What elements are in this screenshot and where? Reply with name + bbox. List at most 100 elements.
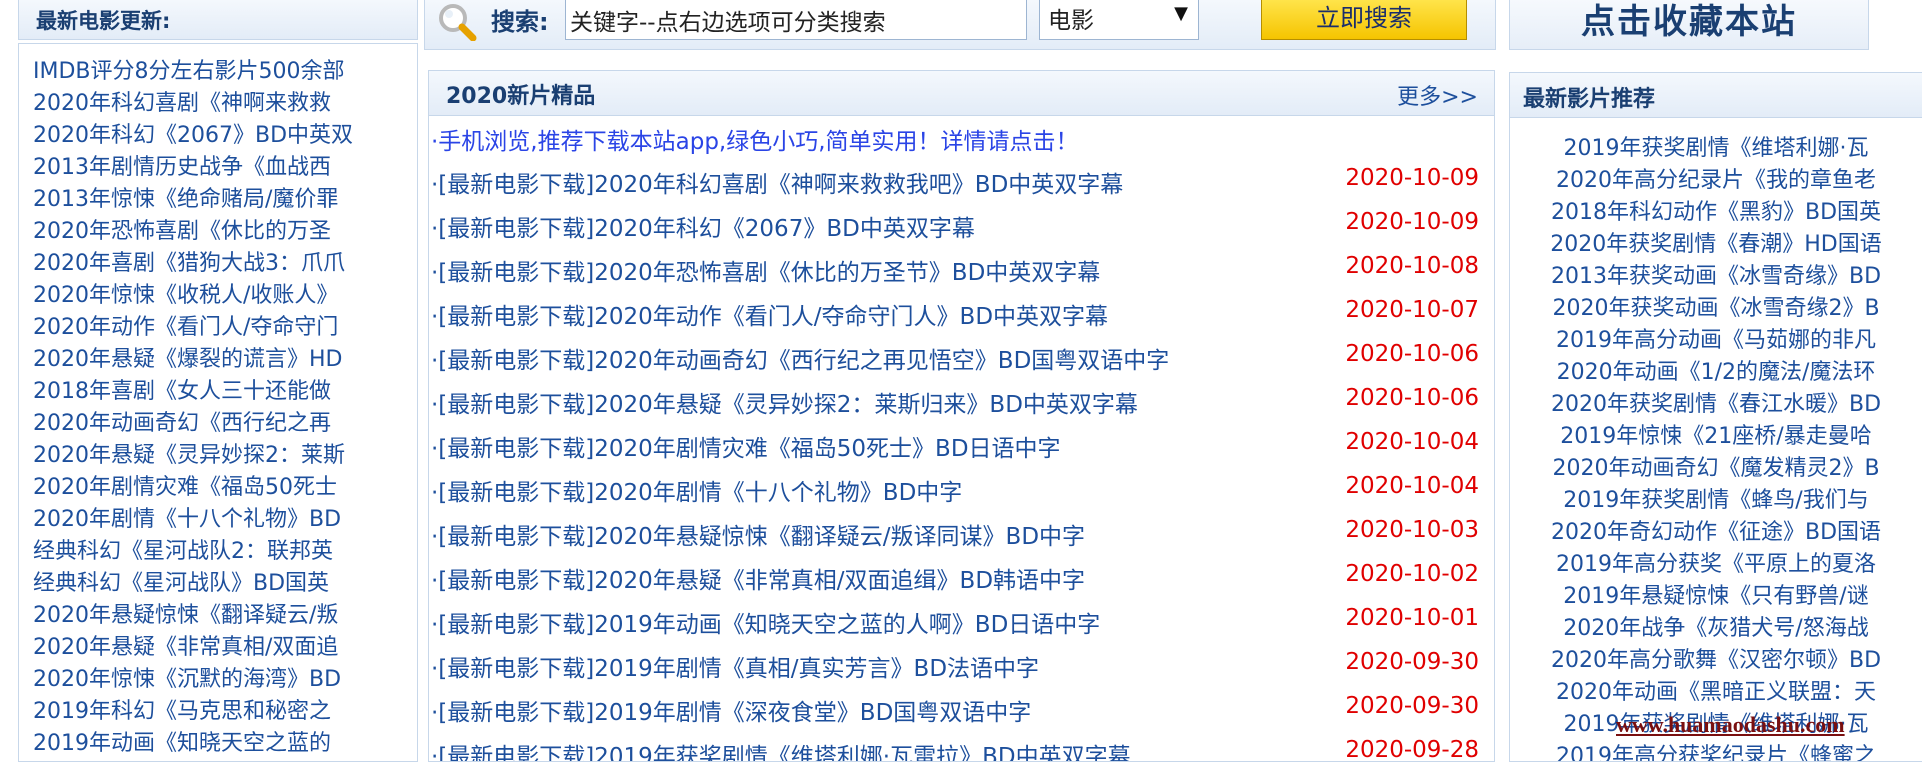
recommended-title: 最新影片推荐 (1523, 87, 1656, 112)
news-date: 2020-10-08 (1345, 253, 1479, 279)
latest-update-link[interactable]: 2020年喜剧《猎狗大战3：爪爪 (33, 248, 403, 280)
recommended-header: 最新影片推荐 (1510, 73, 1922, 118)
recommended-link[interactable]: 2020年动画《黑暗正义联盟：天 (1510, 677, 1922, 709)
news-date: 2020-09-30 (1345, 693, 1479, 719)
news-title-link[interactable]: ·[最新电影下载]2019年动画《知晓天空之蓝的人啊》BD日语中字 (431, 605, 1100, 639)
news-title-link[interactable]: ·[最新电影下载]2020年动作《看门人/夺命守门人》BD中英双字幕 (431, 297, 1108, 331)
news-date: 2020-10-03 (1345, 517, 1479, 543)
news-title-link[interactable]: ·[最新电影下载]2019年剧情《深夜食堂》BD国粤双语中字 (431, 693, 1031, 727)
news-date: 2020-10-04 (1345, 473, 1479, 499)
recommended-link[interactable]: 2020年奇幻动作《征途》BD国语 (1510, 517, 1922, 549)
news-row: ·[最新电影下载]2020年悬疑《灵异妙探2：莱斯归来》BD中英双字幕 2020-… (429, 383, 1494, 427)
latest-update-link[interactable]: 2019年科幻《马克思和秘密之 (33, 696, 403, 728)
news-row: ·[最新电影下载]2019年获奖剧情《维塔利娜·瓦雷拉》BD中英双字幕 2020-… (429, 735, 1494, 762)
recommended-link[interactable]: 2018年科幻动作《黑豹》BD国英 (1510, 197, 1922, 229)
recommended-link[interactable]: 2013年获奖动画《冰雪奇缘》BD (1510, 261, 1922, 293)
news-row: ·[最新电影下载]2020年剧情《十八个礼物》BD中字 2020-10-04 (429, 471, 1494, 515)
search-button[interactable]: 立即搜索 (1261, 0, 1467, 40)
category-select[interactable]: 电影 ▼ (1039, 0, 1199, 40)
news-date: 2020-10-04 (1345, 429, 1479, 455)
news-date: 2020-10-06 (1345, 341, 1479, 367)
news-row: ·[最新电影下载]2020年科幻《2067》BD中英双字幕 2020-10-09 (429, 207, 1494, 251)
recommended-list: 2019年获奖剧情《维塔利娜·瓦 2020年高分纪录片《我的章鱼老 2018年科幻动… (1510, 133, 1922, 761)
news-row: ·[最新电影下载]2020年悬疑惊悚《翻译疑云/叛译同谋》BD中字 2020-10… (429, 515, 1494, 559)
latest-update-link[interactable]: 2020年科幻《2067》BD中英双 (33, 120, 403, 152)
dropdown-arrow-icon: ▼ (1174, 3, 1188, 24)
new-releases-title: 2020新片精品 (446, 84, 596, 109)
news-title-link[interactable]: ·[最新电影下载]2020年科幻《2067》BD中英双字幕 (431, 209, 975, 243)
latest-update-link[interactable]: 2020年动画奇幻《西行纪之再 (33, 408, 403, 440)
news-title-link[interactable]: ·[最新电影下载]2019年剧情《真相/真实芳言》BD法语中字 (431, 649, 1039, 683)
recommended-link[interactable]: 2020年战争《灰猎犬号/怒海战 (1510, 613, 1922, 645)
latest-update-link[interactable]: 2020年悬疑《爆裂的谎言》HD (33, 344, 403, 376)
news-date: 2020-10-01 (1345, 605, 1479, 631)
latest-update-link[interactable]: IMDB评分8分左右影片500余部 (33, 56, 403, 88)
news-title-link[interactable]: ·[最新电影下载]2020年剧情《十八个礼物》BD中字 (431, 473, 962, 507)
latest-update-link[interactable]: 2019年动画《知晓天空之蓝的 (33, 728, 403, 760)
app-notice-link[interactable]: ·手机浏览,推荐下载本站app,绿色小巧,简单实用！详情请点击！ (431, 122, 1079, 156)
latest-update-link[interactable]: 2020年悬疑《灵异妙探2：莱斯 (33, 440, 403, 472)
latest-update-link[interactable]: 2020年恐怖喜剧《休比的万圣 (33, 216, 403, 248)
latest-update-link[interactable]: 2013年惊悚《绝命赌局/魔价罪 (33, 184, 403, 216)
latest-update-link[interactable]: 2018年喜剧《女人三十还能做 (33, 376, 403, 408)
latest-update-link[interactable]: 2020年悬疑惊悚《翻译疑云/叛 (33, 600, 403, 632)
new-releases-panel: 2020新片精品 更多>> ·手机浏览,推荐下载本站app,绿色小巧,简单实用！… (428, 70, 1495, 762)
recommended-link[interactable]: 2020年获奖动画《冰雪奇缘2》B (1510, 293, 1922, 325)
latest-update-link[interactable]: 2020年剧情《十八个礼物》BD (33, 504, 403, 536)
magnifier-icon (439, 4, 477, 41)
news-title-link[interactable]: ·[最新电影下载]2020年恐怖喜剧《休比的万圣节》BD中英双字幕 (431, 253, 1100, 287)
latest-update-link[interactable]: 经典科幻《星河战队》BD国英 (33, 568, 403, 600)
news-row: ·[最新电影下载]2020年动作《看门人/夺命守门人》BD中英双字幕 2020-1… (429, 295, 1494, 339)
news-title-link[interactable]: ·[最新电影下载]2019年获奖剧情《维塔利娜·瓦雷拉》BD中英双字幕 (431, 737, 1131, 761)
news-title-link[interactable]: ·[最新电影下载]2020年悬疑惊悚《翻译疑云/叛译同谋》BD中字 (431, 517, 1085, 551)
recommended-link[interactable]: 2019年悬疑惊悚《只有野兽/谜 (1510, 581, 1922, 613)
news-date: 2020-09-28 (1345, 737, 1479, 762)
recommended-panel: 最新影片推荐 2019年获奖剧情《维塔利娜·瓦 2020年高分纪录片《我的章鱼老 2… (1509, 72, 1922, 762)
news-title-link[interactable]: ·[最新电影下载]2020年悬疑《灵异妙探2：莱斯归来》BD中英双字幕 (431, 385, 1138, 419)
category-selected-value: 电影 (1048, 8, 1094, 34)
search-bar: 搜索: 电影 ▼ 立即搜索 (424, 0, 1496, 50)
recommended-link[interactable]: 2020年获奖剧情《春江水暖》BD (1510, 389, 1922, 421)
recommended-link[interactable]: 2019年获奖剧情《蜂鸟/我们与 (1510, 485, 1922, 517)
news-date: 2020-10-09 (1345, 165, 1479, 191)
latest-update-link[interactable]: 2020年惊悚《沉默的海湾》BD (33, 664, 403, 696)
news-date: 2020-10-02 (1345, 561, 1479, 587)
search-input[interactable] (565, 0, 1027, 40)
latest-update-link[interactable]: 2020年悬疑《非常真相/双面追 (33, 632, 403, 664)
news-title-link[interactable]: ·[最新电影下载]2020年动画奇幻《西行纪之再见悟空》BD国粤双语中字 (431, 341, 1169, 375)
recommended-link[interactable]: 2020年动画《1/2的魔法/魔法环 (1510, 357, 1922, 389)
news-row: ·[最新电影下载]2019年剧情《真相/真实芳言》BD法语中字 2020-09-3… (429, 647, 1494, 691)
recommended-link[interactable]: 2019年惊悚《21座桥/暴走曼哈 (1510, 421, 1922, 453)
news-title-link[interactable]: ·[最新电影下载]2020年科幻喜剧《神啊来救救我吧》BD中英双字幕 (431, 165, 1123, 199)
new-releases-header: 2020新片精品 更多>> (429, 71, 1494, 116)
news-row: ·[最新电影下载]2020年科幻喜剧《神啊来救救我吧》BD中英双字幕 2020-1… (429, 163, 1494, 207)
more-link[interactable]: 更多>> (1397, 79, 1478, 111)
news-row: ·[最新电影下载]2019年动画《知晓天空之蓝的人啊》BD日语中字 2020-10… (429, 603, 1494, 647)
new-releases-list: ·[最新电影下载]2020年科幻喜剧《神啊来救救我吧》BD中英双字幕 2020-1… (429, 163, 1494, 762)
latest-update-link[interactable]: 经典科幻《星河战队2：联邦英 (33, 536, 403, 568)
latest-update-link[interactable]: 2020年动作《看门人/夺命守门 (33, 312, 403, 344)
recommended-link[interactable]: 2020年获奖剧情《春潮》HD国语 (1510, 229, 1922, 261)
bookmark-button[interactable]: 点击收藏本站 (1509, 0, 1869, 50)
news-date: 2020-09-30 (1345, 649, 1479, 675)
recommended-link[interactable]: 2019年高分获奖《平原上的夏洛 (1510, 549, 1922, 581)
latest-updates-list: IMDB评分8分左右影片500余部 2020年科幻喜剧《神啊来救救 2020年科幻《… (33, 56, 403, 760)
recommended-link[interactable]: 2019年高分获奖纪录片《蜂蜜之 (1510, 741, 1922, 761)
news-row: ·[最新电影下载]2019年剧情《深夜食堂》BD国粤双语中字 2020-09-30 (429, 691, 1494, 735)
latest-update-link[interactable]: 2020年剧情灾难《福岛50死士 (33, 472, 403, 504)
news-row: ·[最新电影下载]2020年剧情灾难《福岛50死士》BD日语中字 2020-10-… (429, 427, 1494, 471)
left-panel-title: 最新电影更新: (36, 9, 171, 33)
latest-update-link[interactable]: 2020年惊悚《收税人/收账人》 (33, 280, 403, 312)
recommended-link[interactable]: 2019年高分动画《马茹娜的非凡 (1510, 325, 1922, 357)
news-title-link[interactable]: ·[最新电影下载]2020年悬疑《非常真相/双面追缉》BD韩语中字 (431, 561, 1085, 595)
latest-update-link[interactable]: 2013年剧情历史战争《血战西 (33, 152, 403, 184)
news-date: 2020-10-09 (1345, 209, 1479, 235)
news-title-link[interactable]: ·[最新电影下载]2020年剧情灾难《福岛50死士》BD日语中字 (431, 429, 1061, 463)
recommended-link[interactable]: 2020年动画奇幻《魔发精灵2》B (1510, 453, 1922, 485)
latest-update-link[interactable]: 2020年科幻喜剧《神啊来救救 (33, 88, 403, 120)
recommended-link[interactable]: 2019年获奖剧情《维塔利娜·瓦 (1510, 133, 1922, 165)
recommended-link[interactable]: 2020年高分纪录片《我的章鱼老 (1510, 165, 1922, 197)
recommended-link[interactable]: 2020年高分歌舞《汉密尔顿》BD (1510, 645, 1922, 677)
site-watermark: www.huamaodashu.com (1616, 712, 1845, 737)
left-panel-header: 最新电影更新: (18, 0, 418, 40)
